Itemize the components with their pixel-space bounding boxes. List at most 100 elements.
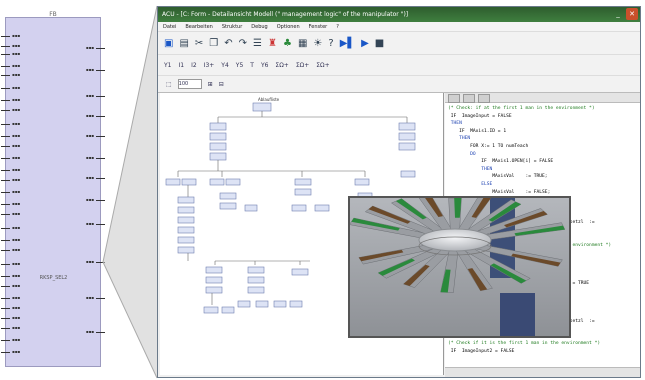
copy-icon[interactable]: ❐ xyxy=(209,38,218,49)
tree-node[interactable] xyxy=(255,300,269,308)
menu-item-bearbeiten[interactable]: Bearbeiten xyxy=(185,24,212,30)
code-tab-1[interactable] xyxy=(448,94,460,103)
minimize-button[interactable]: _ xyxy=(612,8,624,20)
zoom-fit-icon[interactable]: ⊞ xyxy=(208,81,213,88)
tree-node[interactable] xyxy=(294,188,312,196)
tree-node[interactable] xyxy=(294,178,312,186)
tree-node[interactable] xyxy=(273,300,287,308)
element-tool-4[interactable]: I3+ xyxy=(204,62,215,69)
tool-green-icon[interactable]: ♣ xyxy=(283,38,292,49)
tree-node[interactable] xyxy=(400,170,416,178)
element-tool-11[interactable]: ΣΩ+ xyxy=(316,62,329,69)
tree-node[interactable] xyxy=(314,204,330,212)
tree-node[interactable] xyxy=(177,216,195,224)
element-tool-8[interactable]: Y6 xyxy=(261,62,268,69)
element-tool-3[interactable]: I2 xyxy=(191,62,197,69)
stop-icon[interactable]: ■ xyxy=(375,38,384,49)
tree-node[interactable] xyxy=(398,132,416,141)
menu-item-datei[interactable]: Datei xyxy=(163,24,176,30)
tree-node[interactable] xyxy=(209,132,227,141)
zoom-grid-icon[interactable]: ⊟ xyxy=(219,81,224,88)
pin-left-label: ▪▪▪ xyxy=(12,349,21,354)
tree-node[interactable] xyxy=(177,206,195,214)
element-tool-5[interactable]: Y4 xyxy=(221,62,228,69)
tree-node[interactable] xyxy=(177,246,195,254)
tree-node[interactable] xyxy=(398,122,416,131)
zoom-select[interactable]: 100 xyxy=(177,79,202,89)
pin-left-label: ▪▪▪ xyxy=(12,72,21,77)
element-tool-6[interactable]: Y5 xyxy=(236,62,243,69)
tree-node[interactable] xyxy=(247,276,265,284)
code-line: DO xyxy=(448,151,476,157)
pin-left xyxy=(1,228,10,229)
pointer-icon[interactable]: ⬚ xyxy=(166,81,172,88)
tree-node[interactable] xyxy=(244,204,258,212)
tree-node[interactable] xyxy=(209,142,227,151)
pin-left xyxy=(1,340,10,341)
tree-node[interactable] xyxy=(205,266,223,274)
menu-item-debug[interactable]: Debug xyxy=(251,24,267,30)
code-tab-2[interactable] xyxy=(463,94,475,103)
pin-left-label: ▪▪▪ xyxy=(12,107,21,112)
tree-node[interactable] xyxy=(291,268,309,276)
tree-node[interactable] xyxy=(177,226,195,234)
tree-node[interactable] xyxy=(177,236,195,244)
tree-node[interactable] xyxy=(209,152,227,161)
tree-node[interactable] xyxy=(237,300,251,308)
tree-node[interactable] xyxy=(205,276,223,284)
run-icon[interactable]: ▶ xyxy=(361,38,369,49)
tree-node[interactable] xyxy=(219,192,237,200)
pin-left-label: ▪▪▪ xyxy=(12,97,21,102)
tree-node[interactable] xyxy=(209,122,227,131)
tree-node[interactable] xyxy=(177,196,195,204)
tool-red-icon[interactable]: ♜ xyxy=(268,38,277,49)
tree-node[interactable] xyxy=(165,178,181,186)
tree-node[interactable] xyxy=(252,102,272,112)
list-icon[interactable]: ☰ xyxy=(253,38,262,49)
menu-item-struktur[interactable]: Struktur xyxy=(222,24,242,30)
element-tool-2[interactable]: I1 xyxy=(178,62,184,69)
tree-node[interactable] xyxy=(291,204,307,212)
view-toolbar: ⬚ 100 ⊞ ⊟ xyxy=(158,76,640,93)
pin-right xyxy=(96,178,105,179)
tree-node[interactable] xyxy=(354,178,370,186)
tree-node[interactable] xyxy=(225,178,241,186)
redo-icon[interactable]: ↷ xyxy=(239,38,247,49)
pin-left-label: ▪▪▪ xyxy=(12,63,21,68)
lightbulb-icon[interactable]: ☀ xyxy=(313,38,322,49)
element-tool-1[interactable]: Y1 xyxy=(164,62,171,69)
tree-node[interactable] xyxy=(247,286,265,294)
element-tool-9[interactable]: ΣΩ+ xyxy=(275,62,288,69)
tree-node[interactable] xyxy=(398,142,416,151)
pin-left-label: ▪▪▪ xyxy=(12,133,21,138)
tree-node[interactable] xyxy=(221,306,235,314)
function-block-schematic: FB ▪▪▪ ▪▪▪ ▪▪▪ ▪▪▪ ▪▪▪ ▪▪▪ ▪▪▪ ▪▪▪ ▪▪▪ ▪▪▪ ▪▪▪ ▪▪▪ ▪… xyxy=(1,11,105,367)
pin-left xyxy=(1,75,10,76)
tree-node[interactable] xyxy=(219,202,237,210)
menu-item-fenster[interactable]: Fenster xyxy=(309,24,328,30)
window-titlebar[interactable]: ACU - [C: Form - Detailansicht Modell ("… xyxy=(158,7,640,22)
element-tool-7[interactable]: T xyxy=(250,62,254,69)
pin-right xyxy=(96,224,105,225)
pin-left-label: ▪▪▪ xyxy=(12,211,21,216)
code-tab-3[interactable] xyxy=(478,94,490,103)
tree-node[interactable] xyxy=(209,178,225,186)
save-icon[interactable]: ▤ xyxy=(179,38,188,49)
step-icon[interactable]: ▶▌ xyxy=(340,38,355,49)
tree-node[interactable] xyxy=(289,300,303,308)
tree-node[interactable] xyxy=(181,178,197,186)
tree-node[interactable] xyxy=(203,306,219,314)
close-button[interactable]: ✕ xyxy=(626,8,638,20)
menu-item-optionen[interactable]: Optionen xyxy=(277,24,300,30)
pin-right-label: ▪▪▪ xyxy=(85,113,94,118)
help-icon[interactable]: ? xyxy=(328,38,333,49)
undo-icon[interactable]: ↶ xyxy=(224,38,232,49)
menu-item-help[interactable]: ? xyxy=(336,24,339,30)
element-tool-10[interactable]: ΣΩ+ xyxy=(296,62,309,69)
tree-node[interactable] xyxy=(247,266,265,274)
code-line: THEN xyxy=(448,121,462,127)
new-file-icon[interactable]: ▣ xyxy=(164,38,173,49)
grid-icon[interactable]: ▦ xyxy=(298,38,307,49)
cut-icon[interactable]: ✂ xyxy=(195,38,203,49)
tree-node[interactable] xyxy=(205,286,223,294)
